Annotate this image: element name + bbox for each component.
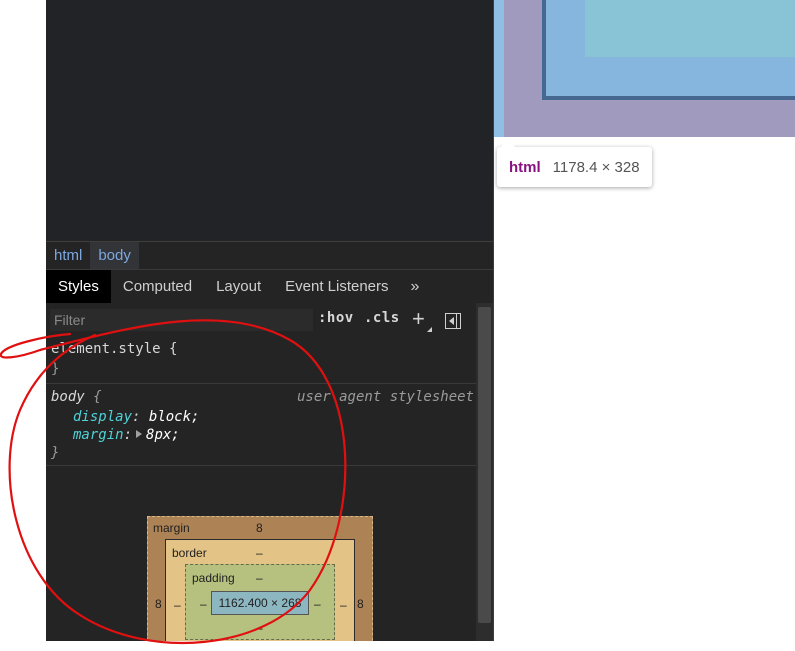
body-close-brace: } bbox=[51, 445, 60, 461]
scrollbar-thumb[interactable] bbox=[478, 307, 491, 623]
border-label: border bbox=[172, 546, 207, 560]
elements-tree[interactable] bbox=[46, 0, 493, 240]
border-left-value[interactable]: – bbox=[174, 598, 181, 612]
padding-right-value[interactable]: – bbox=[314, 597, 321, 611]
margin-property[interactable]: margin bbox=[73, 427, 124, 443]
styles-pane: :hov .cls + element.style { } body { use… bbox=[46, 303, 476, 641]
highlight-strip bbox=[494, 0, 504, 137]
sidebar-tabs: Styles Computed Layout Event Listeners » bbox=[46, 269, 493, 304]
padding-bottom-value[interactable]: – bbox=[256, 621, 263, 635]
tab-computed[interactable]: Computed bbox=[111, 270, 204, 303]
page-preview: html 1178.4 × 328 bbox=[494, 0, 795, 651]
margin-left-value[interactable]: 8 bbox=[155, 597, 162, 611]
display-property[interactable]: display bbox=[73, 409, 132, 425]
body-open-brace: { bbox=[93, 389, 102, 405]
tab-layout[interactable]: Layout bbox=[204, 270, 273, 303]
tab-event-listeners[interactable]: Event Listeners bbox=[273, 270, 400, 303]
padding-top-value[interactable]: – bbox=[256, 571, 263, 585]
margin-label: margin bbox=[153, 521, 190, 535]
toggle-sidebar-icon[interactable] bbox=[445, 313, 461, 329]
tab-styles[interactable]: Styles bbox=[46, 270, 111, 303]
new-style-rule-menu-icon[interactable] bbox=[427, 327, 432, 332]
margin-top-value[interactable]: 8 bbox=[256, 521, 263, 535]
filter-toolbar: :hov .cls + bbox=[46, 305, 476, 335]
box-model-content[interactable]: 1162.400 × 268 bbox=[211, 591, 309, 615]
padding-label: padding bbox=[192, 571, 235, 585]
element-style-selector[interactable]: element.style { bbox=[51, 341, 177, 357]
tooltip-arrow bbox=[501, 140, 515, 147]
display-value[interactable]: block; bbox=[149, 409, 200, 425]
hov-button[interactable]: :hov bbox=[318, 310, 354, 326]
margin-colon: : bbox=[123, 427, 133, 443]
new-style-rule-icon[interactable]: + bbox=[412, 306, 425, 332]
margin-right-value[interactable]: 8 bbox=[357, 597, 364, 611]
border-right-value[interactable]: – bbox=[340, 598, 347, 612]
body-style-rule: body { user agent stylesheet display: bl… bbox=[46, 385, 476, 466]
display-colon: : bbox=[132, 409, 141, 425]
breadcrumb-html[interactable]: html bbox=[46, 242, 90, 269]
filter-input[interactable] bbox=[50, 309, 313, 331]
cls-button[interactable]: .cls bbox=[364, 310, 400, 326]
tooltip-tag: html bbox=[509, 158, 541, 176]
padding-left-value[interactable]: – bbox=[200, 597, 207, 611]
element-style-close-brace: } bbox=[51, 361, 60, 377]
more-tabs-icon[interactable]: » bbox=[401, 270, 430, 303]
element-style-rule: element.style { } bbox=[46, 339, 476, 384]
styles-scrollbar[interactable] bbox=[476, 303, 493, 641]
rule-origin: user agent stylesheet bbox=[296, 389, 474, 405]
devtools-panel: html body Styles Computed Layout Event L… bbox=[46, 0, 494, 641]
element-tooltip: html 1178.4 × 328 bbox=[497, 140, 652, 187]
tooltip-size: 1178.4 × 328 bbox=[552, 158, 640, 176]
expand-triangle-icon[interactable] bbox=[136, 430, 143, 438]
highlight-content bbox=[585, 0, 795, 57]
border-top-value[interactable]: – bbox=[256, 546, 263, 560]
breadcrumb: html body bbox=[46, 241, 493, 269]
breadcrumb-body[interactable]: body bbox=[90, 242, 139, 269]
margin-value[interactable]: 8px; bbox=[146, 427, 180, 443]
body-selector[interactable]: body bbox=[51, 389, 85, 405]
